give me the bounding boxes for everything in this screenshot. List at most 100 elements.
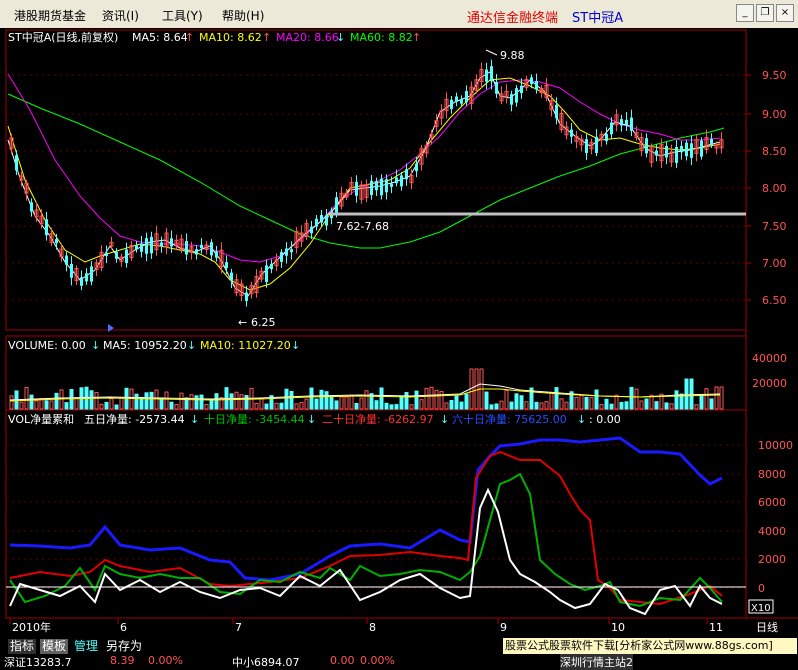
volume-bar xyxy=(54,392,59,410)
ten-day-net: 十日净量: -3454.44 xyxy=(204,412,305,426)
five-day-arrow: ↓ xyxy=(190,413,199,426)
menu-help[interactable]: 帮助(H) xyxy=(222,7,264,24)
candle-body xyxy=(210,242,213,256)
volume-bar xyxy=(554,387,559,410)
net-tick: 4000 xyxy=(758,525,786,538)
candle-body xyxy=(655,150,658,156)
price-tick: 9.50 xyxy=(762,69,787,82)
server-status[interactable]: 深圳行情主站2 xyxy=(560,654,633,670)
candle-body xyxy=(605,134,608,142)
volume-bar xyxy=(534,401,539,410)
ma5-value: MA5: 8.64 xyxy=(132,31,188,44)
volume-bar xyxy=(689,378,694,410)
candle-body xyxy=(460,99,463,104)
sixty-day-net: 六十日净量: 75625.00 xyxy=(452,412,567,426)
candle-body xyxy=(285,248,288,256)
volume-bar xyxy=(374,400,379,410)
close-icon[interactable]: × xyxy=(776,4,794,22)
menu-hk-futures-funds[interactable]: 港股期货基金 xyxy=(14,7,86,24)
period-label[interactable]: 日线 xyxy=(756,620,778,634)
volume-bar xyxy=(509,401,514,410)
volume-bar xyxy=(289,390,294,410)
ticker-sme-pct: 0.00% xyxy=(360,654,395,667)
candle-body xyxy=(150,236,153,254)
candle-body xyxy=(30,202,33,212)
volume-bar xyxy=(519,395,524,410)
candle-body xyxy=(125,249,128,264)
vol-tick-20000: 20000 xyxy=(752,377,787,390)
volume-bar xyxy=(284,388,289,410)
candle-body xyxy=(415,163,418,172)
candle-body xyxy=(115,251,118,259)
chart-area[interactable]: 7.62-7.68 9.88 ← 6.25 ST中冠A(日线,前复权) MA5:… xyxy=(0,28,798,638)
ma20-down-arrow: ↓ xyxy=(336,31,345,44)
volume-bar xyxy=(674,390,679,410)
ticker-sz[interactable]: 深证13283.7 xyxy=(4,654,72,670)
scale-label[interactable]: X10 xyxy=(751,603,771,614)
volume-bar xyxy=(319,389,324,410)
x-label: 9 xyxy=(500,621,507,634)
volume-ma5: MA5: 10952.20 xyxy=(103,339,187,352)
stock-title: ST中冠A xyxy=(572,11,624,26)
tab-indicator[interactable]: 指标 xyxy=(8,639,37,654)
tab-manage[interactable]: 管理 xyxy=(72,639,100,654)
volume-bar xyxy=(414,390,419,410)
restore-icon[interactable]: ❐ xyxy=(756,4,774,22)
candle-body xyxy=(555,104,558,119)
candle-body xyxy=(610,122,613,135)
volume-bar xyxy=(194,395,199,410)
candle-body xyxy=(135,245,138,250)
candle-body xyxy=(405,169,408,180)
ticker-sz-change: 8.39 xyxy=(110,654,135,667)
ticker-sz-pct: 0.00% xyxy=(148,654,183,667)
volume-bar xyxy=(699,394,704,410)
candle-body xyxy=(160,242,163,247)
volume-bar xyxy=(389,404,394,410)
tab-template[interactable]: 模板 xyxy=(40,639,69,654)
volume-bar xyxy=(114,404,119,410)
candle-body xyxy=(335,197,338,213)
candle-body xyxy=(70,264,73,278)
x-label: 6 xyxy=(120,621,127,634)
twenty-day-net: 二十日净量: -6262.97 xyxy=(322,412,434,426)
x-label: 10 xyxy=(611,621,625,634)
volume-bar xyxy=(489,404,494,410)
candle-body xyxy=(675,147,678,163)
volume-bar xyxy=(199,394,204,410)
minimize-icon[interactable]: _ xyxy=(736,4,754,22)
low-arrow: ← xyxy=(238,316,247,329)
candle-body xyxy=(55,238,58,244)
volume-bar xyxy=(324,391,329,410)
volume-bar xyxy=(584,396,589,410)
candle-body xyxy=(375,181,378,191)
volume-bar xyxy=(134,393,139,410)
volume-bar xyxy=(104,401,109,410)
candle-body xyxy=(310,226,313,234)
candle-body xyxy=(385,179,388,193)
candle-body xyxy=(65,255,68,265)
ticker-sme[interactable]: 中小6894.07 xyxy=(232,654,300,670)
candle-body xyxy=(465,90,468,103)
menu-tools[interactable]: 工具(Y) xyxy=(162,7,203,24)
tab-save-as[interactable]: 另存为 xyxy=(104,639,144,654)
ma10-up-arrow: ↑ xyxy=(262,31,271,44)
candle-body xyxy=(325,215,328,226)
candle-body xyxy=(270,263,273,270)
candle-body xyxy=(515,88,518,103)
price-tick: 7.00 xyxy=(762,257,787,270)
volume-bar xyxy=(664,402,669,410)
menu-info[interactable]: 资讯(I) xyxy=(102,7,139,24)
candle-body xyxy=(390,183,393,187)
volume-bar xyxy=(514,393,519,410)
volume-bar xyxy=(89,390,94,410)
volume-bar xyxy=(594,389,599,410)
promo-link[interactable]: 股票公式股票软件下载[分析家公式网www.88gs.com] xyxy=(503,638,797,654)
volume-down-arrow: ↓ xyxy=(91,339,100,352)
volume-ma5-arrow: ↓ xyxy=(187,339,196,352)
candle-body xyxy=(680,146,683,153)
menu-bar: 港股期货基金 资讯(I) 工具(Y) 帮助(H) 通达信金融终端 ST中冠A _… xyxy=(0,0,798,29)
candle-body xyxy=(395,177,398,184)
candle-body xyxy=(315,218,318,227)
candle-body xyxy=(630,117,633,131)
volume-bar xyxy=(449,399,454,410)
